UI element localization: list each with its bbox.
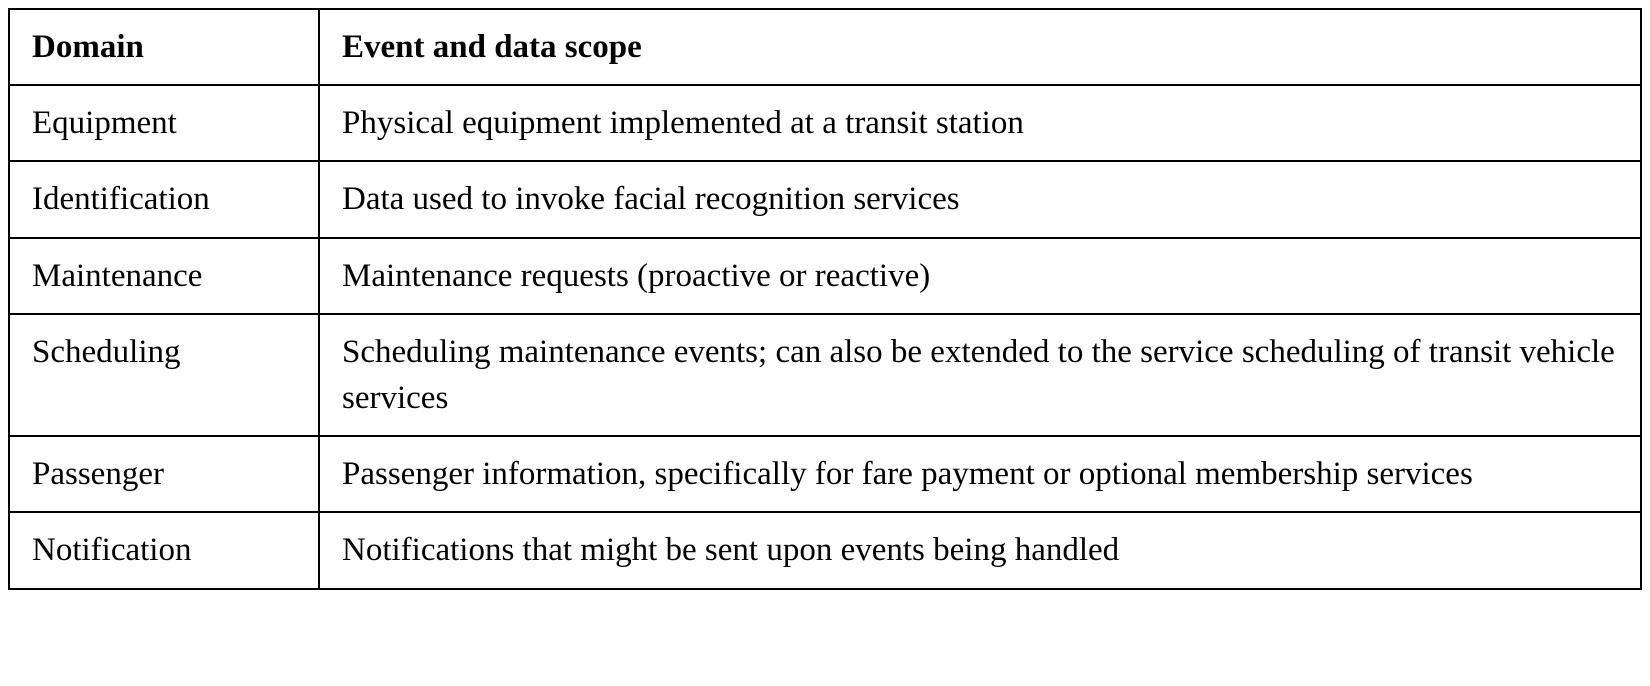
table-header-row: Domain Event and data scope: [9, 9, 1641, 85]
cell-scope: Data used to invoke facial recognition s…: [319, 161, 1641, 237]
cell-domain: Scheduling: [9, 314, 319, 436]
table-row: Maintenance Maintenance requests (proact…: [9, 238, 1641, 314]
header-scope: Event and data scope: [319, 9, 1641, 85]
domain-scope-table: Domain Event and data scope Equipment Ph…: [8, 8, 1642, 590]
table-row: Passenger Passenger information, specifi…: [9, 436, 1641, 512]
cell-scope: Scheduling maintenance events; can also …: [319, 314, 1641, 436]
table-row: Notification Notifications that might be…: [9, 512, 1641, 588]
cell-domain: Equipment: [9, 85, 319, 161]
header-domain: Domain: [9, 9, 319, 85]
table-row: Identification Data used to invoke facia…: [9, 161, 1641, 237]
cell-scope: Physical equipment implemented at a tran…: [319, 85, 1641, 161]
table-row: Scheduling Scheduling maintenance events…: [9, 314, 1641, 436]
cell-domain: Maintenance: [9, 238, 319, 314]
cell-domain: Notification: [9, 512, 319, 588]
cell-domain: Identification: [9, 161, 319, 237]
cell-domain: Passenger: [9, 436, 319, 512]
cell-scope: Maintenance requests (proactive or react…: [319, 238, 1641, 314]
cell-scope: Notifications that might be sent upon ev…: [319, 512, 1641, 588]
table-row: Equipment Physical equipment implemented…: [9, 85, 1641, 161]
cell-scope: Passenger information, specifically for …: [319, 436, 1641, 512]
